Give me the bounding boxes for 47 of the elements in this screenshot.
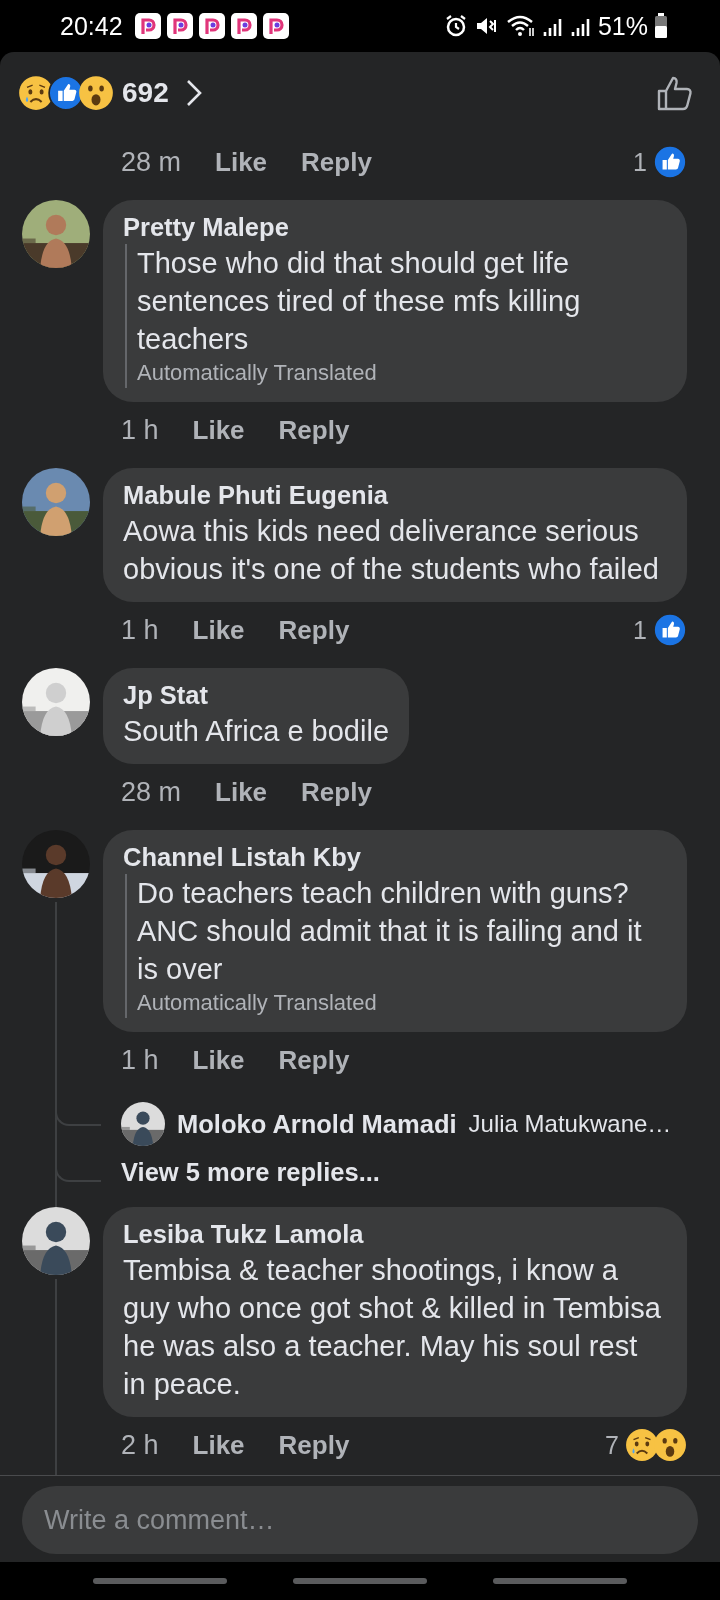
translation-note: Automatically Translated xyxy=(137,359,378,387)
view-more-replies-link[interactable]: View 5 more replies... xyxy=(103,1158,380,1187)
app-notification-icon xyxy=(166,13,193,39)
commenter-name[interactable]: Jp Stat xyxy=(123,678,389,712)
comment-time: 28 m xyxy=(121,146,182,178)
like-link[interactable]: Like xyxy=(215,146,268,178)
app-notification-icon xyxy=(230,13,257,39)
reply-link[interactable]: Reply xyxy=(301,776,372,808)
app-notification-icon xyxy=(262,13,289,39)
commenter-name[interactable]: Pretty Malepe xyxy=(123,210,667,244)
reply-link[interactable]: Reply xyxy=(278,614,350,646)
reaction-count: 1 xyxy=(633,147,647,177)
commenter-name[interactable]: Mabule Phuti Eugenia xyxy=(123,478,667,512)
like-link[interactable]: Like xyxy=(192,1429,245,1461)
like-link[interactable]: Like xyxy=(215,776,268,808)
comment-time: 1 h xyxy=(121,614,159,646)
comment-text: Aowa this kids need deliverance serious obvious it's one of the students who failed xyxy=(123,514,660,587)
commenter-name[interactable]: Channel Listah Kby xyxy=(123,840,667,874)
comment-time: 1 h xyxy=(121,1044,159,1076)
reply-link[interactable]: Reply xyxy=(278,414,350,446)
wifi-icon xyxy=(505,14,536,38)
like-link[interactable]: Like xyxy=(192,414,245,446)
comment-input-field[interactable]: Write a comment… xyxy=(22,1486,698,1554)
comment-text: Those who did that should get life sentences tired of these mfs killing teachers xyxy=(137,246,582,357)
reaction-count: 1 xyxy=(633,615,647,645)
battery-icon xyxy=(654,13,668,39)
reply-text: Julia Matukwane… xyxy=(468,1110,672,1138)
reaction-count: 7 xyxy=(605,1430,619,1460)
like-link[interactable]: Like xyxy=(192,1044,245,1076)
battery-percentage: 51% xyxy=(597,11,648,41)
comment-text: South Africa e bodile xyxy=(123,714,389,749)
reply-link[interactable]: Reply xyxy=(278,1044,350,1076)
comment-text: Tembisa & teacher shootings, i know a guy who once got shot & killed in Tembisa he was also a teacher. May his soul rest in peace. xyxy=(123,1253,662,1402)
comment-text: Do teachers teach children with guns? ANC should admit that it is failing and it is over xyxy=(137,876,643,987)
translation-note: Automatically Translated xyxy=(137,989,378,1017)
app-notification-icon xyxy=(134,13,161,39)
app-notification-icon xyxy=(198,13,225,39)
commenter-name[interactable]: Lesiba Tukz Lamola xyxy=(123,1217,667,1251)
comment-time: 28 m xyxy=(121,776,182,808)
reaction-count[interactable]: 692 xyxy=(122,77,169,109)
comment-time: 1 h xyxy=(121,414,159,446)
like-link[interactable]: Like xyxy=(192,614,245,646)
comment-time: 2 h xyxy=(121,1429,159,1461)
reply-link[interactable]: Reply xyxy=(278,1429,350,1461)
clock: 20:42 xyxy=(60,11,123,41)
reply-link[interactable]: Reply xyxy=(301,146,372,178)
reply-author[interactable]: Moloko Arnold Mamadi xyxy=(177,1109,457,1139)
